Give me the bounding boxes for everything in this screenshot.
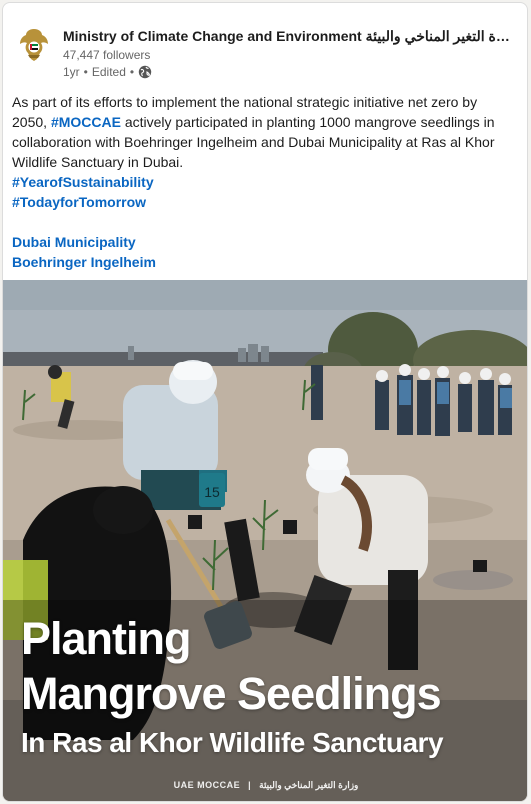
badge-number: 15 [204, 484, 220, 500]
hashtag-year-of-sustainability-link[interactable]: #YearofSustainability [12, 174, 154, 190]
brand-separator: | [248, 780, 252, 790]
post-text: As part of its efforts to implement the … [12, 92, 512, 272]
photo-illustration: 15 [3, 280, 527, 801]
post-image[interactable]: 15 Planting Mangrove Seedlings In Ras al… [3, 280, 527, 801]
image-title-line-1: Planting [21, 613, 191, 664]
mention-boehringer-ingelheim-link[interactable]: Boehringer Ingelheim [12, 254, 156, 270]
image-title-line-2: Mangrove Seedlings [21, 668, 442, 719]
post-paragraph: As part of its efforts to implement the … [12, 92, 512, 172]
feed-post-card: Ministry of Climate Change and Environme… [2, 2, 528, 802]
brand-en: UAE MOCCAE [173, 780, 241, 790]
mention-dubai-municipality-link[interactable]: Dubai Municipality [12, 234, 136, 250]
image-title-line-3: In Ras al Khor Wildlife Sanctuary [21, 727, 444, 758]
image-brand-footer: UAE MOCCAE | وزارة التغير المناخي والبيئة [3, 780, 527, 791]
post-age: 1yr [63, 65, 80, 79]
brand-ar: وزارة التغير المناخي والبيئة [259, 780, 359, 790]
globe-icon[interactable] [138, 65, 152, 79]
meta-separator: • [129, 65, 135, 79]
meta-separator: • [83, 65, 88, 79]
uae-emblem-icon[interactable] [17, 25, 51, 65]
edited-label: Edited [91, 65, 126, 79]
hashtag-today-for-tomorrow-link[interactable]: #TodayforTomorrow [12, 194, 146, 210]
post-meta: 1yr • Edited • [63, 65, 152, 79]
hashtag-moccae-link[interactable]: #MOCCAE [51, 114, 121, 130]
post-header: Ministry of Climate Change and Environme… [3, 3, 527, 89]
followers-count: 47,447 followers [63, 48, 151, 62]
actor-name-link[interactable]: Ministry of Climate Change and Environme… [63, 28, 511, 45]
